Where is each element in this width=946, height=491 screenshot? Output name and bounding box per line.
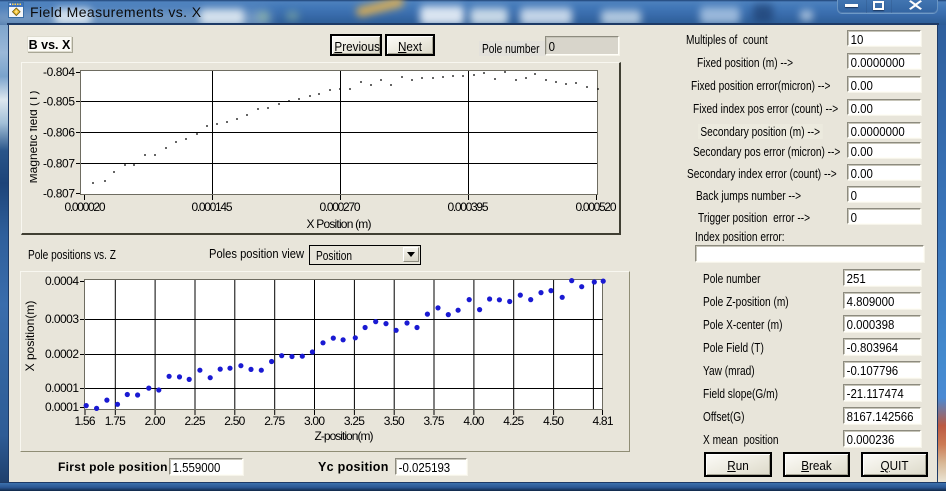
svg-text:-0.807: -0.807 — [43, 187, 75, 201]
svg-text:-0.807: -0.807 — [43, 157, 75, 171]
svg-text:-0.805: -0.805 — [43, 95, 75, 109]
svg-text:X position(m): X position(m) — [25, 301, 37, 372]
svg-text:0.000520: 0.000520 — [576, 200, 617, 214]
svg-text:2.00: 2.00 — [145, 414, 166, 428]
svg-text:0.0004: 0.0004 — [45, 274, 79, 288]
svg-text:0.000020: 0.000020 — [65, 200, 106, 214]
svg-text:0.000270: 0.000270 — [320, 200, 361, 214]
svg-text:3.75: 3.75 — [424, 414, 445, 428]
svg-text:2.75: 2.75 — [264, 414, 285, 428]
svg-text:0.0001: 0.0001 — [45, 381, 79, 395]
svg-text:0.000145: 0.000145 — [192, 200, 233, 214]
svg-text:4.00: 4.00 — [463, 414, 484, 428]
svg-text:4.50: 4.50 — [543, 414, 564, 428]
svg-text:-0.804: -0.804 — [43, 65, 75, 79]
svg-text:-0.806: -0.806 — [43, 126, 75, 140]
svg-text:0.0002: 0.0002 — [45, 347, 79, 361]
svg-text:3.00: 3.00 — [304, 414, 325, 428]
svg-text:3.50: 3.50 — [384, 414, 405, 428]
svg-text:0.0001: 0.0001 — [45, 400, 79, 414]
svg-text:0.000395: 0.000395 — [448, 200, 489, 214]
svg-text:Z-position(m): Z-position(m) — [315, 429, 374, 443]
svg-text:X Position (m): X Position (m) — [307, 217, 372, 231]
svg-text:4.25: 4.25 — [503, 414, 524, 428]
svg-text:2.25: 2.25 — [185, 414, 206, 428]
svg-text:4.81: 4.81 — [593, 414, 614, 428]
svg-text:1.75: 1.75 — [105, 414, 126, 428]
svg-text:0.0003: 0.0003 — [45, 312, 79, 326]
svg-text:3.25: 3.25 — [344, 414, 365, 428]
svg-text:1.56: 1.56 — [75, 414, 96, 428]
svg-text:Magnetic field (T): Magnetic field (T) — [30, 91, 40, 184]
svg-text:2.50: 2.50 — [224, 414, 245, 428]
